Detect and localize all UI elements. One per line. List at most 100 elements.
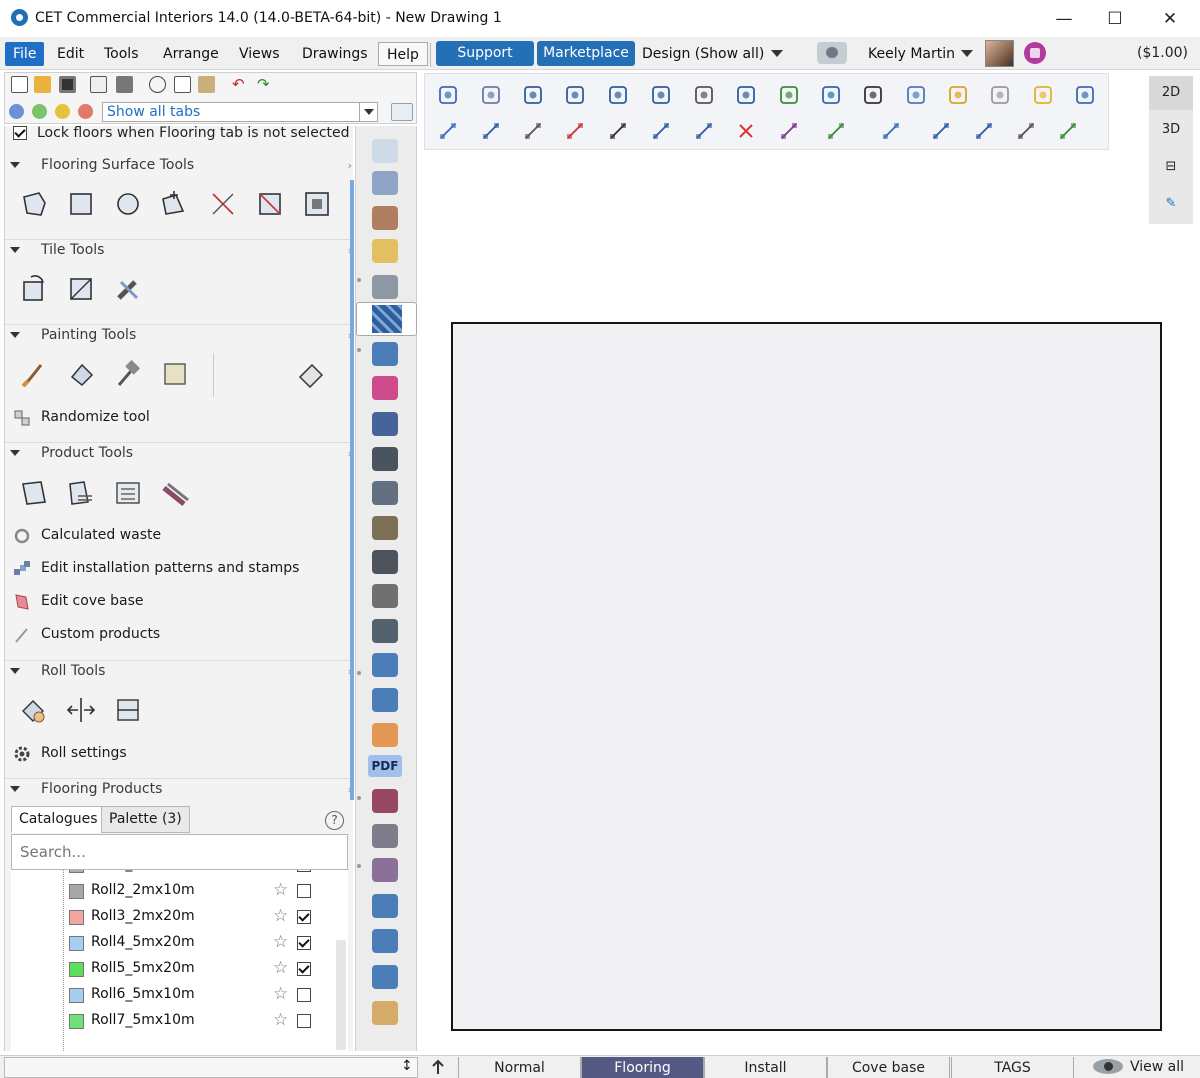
new-file-icon[interactable]: [11, 76, 28, 93]
section-flooring-surface[interactable]: Flooring Surface Tools ›: [5, 153, 353, 179]
chevron-down-icon[interactable]: [359, 103, 377, 121]
add-point-icon[interactable]: [158, 189, 188, 219]
line-tool-icon[interactable]: [930, 120, 952, 142]
rings-icon[interactable]: [368, 409, 402, 439]
pattern-knot-icon[interactable]: [368, 373, 402, 403]
layer-tab-tags[interactable]: TAGS: [951, 1057, 1074, 1078]
roll-settings[interactable]: Roll settings: [13, 743, 213, 765]
collapse-triangle-icon[interactable]: [10, 450, 20, 456]
circle-floor-icon[interactable]: [113, 189, 143, 219]
calculated-waste[interactable]: Calculated waste: [13, 525, 213, 547]
paste-icon[interactable]: [198, 76, 215, 93]
roll-paint-icon[interactable]: [19, 695, 49, 725]
edit-installation-patterns[interactable]: Edit installation patterns and stamps: [13, 558, 313, 580]
zoom-selection-icon[interactable]: [650, 84, 672, 106]
drawing-canvas[interactable]: [451, 322, 1162, 1031]
list-item[interactable]: Roll4_5mx20m ☆: [11, 930, 331, 956]
rotate-icon[interactable]: [650, 120, 672, 142]
list-item[interactable]: Roll2_2mx10m ☆: [11, 878, 331, 904]
shelving-icon[interactable]: [368, 478, 402, 508]
menu-edit[interactable]: Edit: [49, 42, 92, 66]
print-preview-icon[interactable]: [90, 76, 107, 93]
cut-tool-icon[interactable]: [368, 236, 402, 266]
star-icon[interactable]: ☆: [273, 906, 288, 926]
flask-icon[interactable]: [368, 272, 402, 302]
custom-products[interactable]: Custom products: [13, 624, 213, 646]
polygon-floor-icon[interactable]: [19, 189, 49, 219]
sparkle-icon[interactable]: [1032, 84, 1054, 106]
frame-icon[interactable]: [820, 84, 842, 106]
close-button[interactable]: ✕: [1150, 6, 1190, 32]
rack-icon[interactable]: [368, 786, 402, 816]
list-item[interactable]: Roll7_5mx10m ☆: [11, 1008, 331, 1034]
list-item[interactable]: Roll3_2mx20m ☆: [11, 904, 331, 930]
insert-icon[interactable]: [522, 120, 544, 142]
zoom-extents-icon[interactable]: [522, 84, 544, 106]
print-icon[interactable]: [116, 76, 133, 93]
design-paint-icon[interactable]: [368, 998, 402, 1028]
user-name[interactable]: Keely Martin: [868, 42, 955, 66]
dim-tool-icon[interactable]: [973, 120, 995, 142]
camera-icon[interactable]: [862, 84, 884, 106]
section-painting[interactable]: Painting Tools ›: [5, 323, 353, 349]
roll-split-icon[interactable]: [66, 695, 96, 725]
beam-icon[interactable]: [368, 339, 402, 369]
product-sheet-icon[interactable]: [19, 478, 49, 508]
list-item[interactable]: Roll6_5mx10m ☆: [11, 982, 331, 1008]
resize-icon[interactable]: [607, 120, 629, 142]
product-list-icon[interactable]: [113, 478, 143, 508]
tile-pattern-icon[interactable]: [356, 302, 417, 336]
view-2d-button[interactable]: 2D: [1149, 76, 1193, 110]
randomize-tool[interactable]: Randomize tool: [13, 407, 213, 429]
ladder-icon[interactable]: [368, 821, 402, 851]
scissors-icon[interactable]: [778, 120, 800, 142]
document-icon[interactable]: [989, 84, 1011, 106]
tab-catalogues[interactable]: Catalogues: [11, 806, 106, 833]
panels-icon[interactable]: [368, 685, 402, 715]
search-input[interactable]: [20, 843, 340, 861]
stretch-icon[interactable]: [693, 120, 715, 142]
doors-icon[interactable]: [368, 855, 402, 885]
pan-hand-icon[interactable]: [693, 84, 715, 106]
item-checkbox[interactable]: [297, 936, 311, 950]
delete-icon[interactable]: [735, 120, 757, 142]
maximize-button[interactable]: ☐: [1095, 6, 1135, 32]
paint-brush-icon[interactable]: [19, 359, 49, 389]
paint-bucket-icon[interactable]: [66, 359, 96, 389]
measure-icon[interactable]: [1057, 120, 1079, 142]
split-line-icon[interactable]: [208, 189, 238, 219]
zoom-window-icon[interactable]: [480, 84, 502, 106]
tab-palette[interactable]: Palette (3): [101, 806, 190, 833]
item-checkbox[interactable]: [297, 988, 311, 1002]
layer-tab-cove-base[interactable]: Cove base: [827, 1057, 950, 1078]
menu-file[interactable]: File: [5, 42, 45, 66]
star-icon[interactable]: ☆: [273, 870, 288, 874]
star-icon[interactable]: ☆: [273, 932, 288, 952]
undo-icon[interactable]: ↶: [232, 77, 249, 94]
tile-diagonal-icon[interactable]: [66, 274, 96, 304]
counter-icon[interactable]: [368, 581, 402, 611]
support-button[interactable]: Support: [436, 41, 534, 66]
collapse-triangle-icon[interactable]: [10, 162, 20, 168]
resize-handle-icon[interactable]: ↕: [401, 1058, 413, 1074]
help-icon[interactable]: ?: [325, 811, 344, 830]
faucet-icon[interactable]: [368, 547, 402, 577]
arrow-yellow-icon[interactable]: [55, 104, 70, 119]
item-checkbox[interactable]: [297, 962, 311, 976]
cut-icon[interactable]: [149, 76, 166, 93]
item-checkbox[interactable]: [297, 884, 311, 898]
room-3d-icon[interactable]: [368, 168, 402, 198]
tile-edit-icon[interactable]: [113, 274, 143, 304]
menu-drawings[interactable]: Drawings: [294, 42, 376, 66]
docs-icon[interactable]: [368, 891, 402, 921]
lock-floors-row[interactable]: Lock floors when Flooring tab is not sel…: [13, 126, 353, 144]
collapse-triangle-icon[interactable]: [10, 786, 20, 792]
design-dropdown[interactable]: Design (Show all): [642, 42, 764, 66]
zoom-fit-icon[interactable]: [778, 84, 800, 106]
arrow-blue-icon[interactable]: [9, 104, 24, 119]
product-pattern-icon[interactable]: [160, 478, 190, 508]
zoom-out-icon[interactable]: [607, 84, 629, 106]
tabs-filter-select[interactable]: Show all tabs: [102, 102, 378, 122]
group-icon[interactable]: [825, 120, 847, 142]
edit-cove-base[interactable]: Edit cove base: [13, 591, 213, 613]
